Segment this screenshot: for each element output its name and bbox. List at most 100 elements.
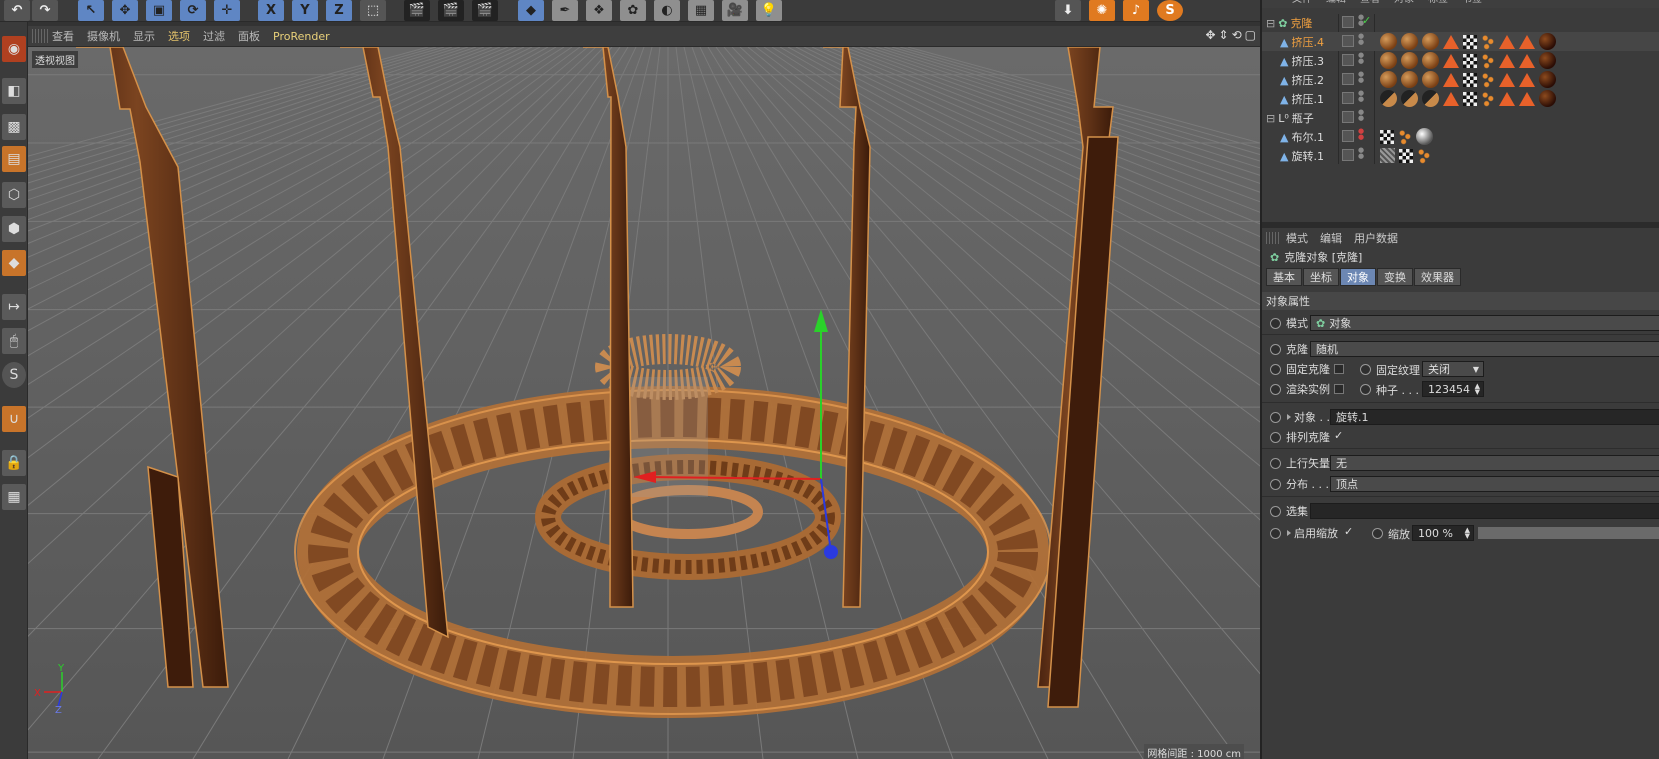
material-tag-icon[interactable]	[1422, 71, 1439, 88]
expand-triangle-icon[interactable]	[1287, 414, 1291, 420]
polygon-selection-tag-icon[interactable]	[1443, 35, 1459, 49]
magnet-icon[interactable]: ∪	[2, 406, 26, 432]
polygon-selection-tag-icon[interactable]	[1519, 54, 1535, 68]
clone-animate-radio[interactable]	[1270, 343, 1281, 355]
pen-spline-icon[interactable]: ✒	[552, 0, 578, 21]
object-row-extrude-1[interactable]: ▲ 挤压.1 ● ●	[1262, 89, 1659, 108]
material-tag-icon[interactable]	[1539, 52, 1556, 69]
tab-effectors[interactable]: 效果器	[1414, 268, 1461, 286]
point-selection-tag-icon[interactable]	[1481, 33, 1495, 50]
polygon-selection-tag-icon[interactable]	[1519, 92, 1535, 106]
clone-dropdown[interactable]: 随机	[1310, 341, 1659, 357]
dolly-icon[interactable]: ⇕	[1219, 28, 1229, 42]
object-row-extrude-4[interactable]: ▲ 挤压.4 ● ●	[1262, 32, 1659, 51]
deformer-icon[interactable]: ◐	[654, 0, 680, 21]
material-tag-icon[interactable]	[1422, 90, 1439, 107]
download-icon[interactable]: ⬇	[1055, 0, 1081, 21]
material-tag-icon[interactable]	[1401, 90, 1418, 107]
object-link-radio[interactable]	[1270, 411, 1281, 423]
expand-triangle-icon[interactable]	[1287, 530, 1291, 536]
camera-icon[interactable]: 🎥	[722, 0, 748, 21]
selection-field[interactable]	[1310, 503, 1659, 519]
attr-menu-mode[interactable]: 模式	[1286, 230, 1308, 246]
point-selection-tag-icon[interactable]	[1481, 71, 1495, 88]
material-tag-icon[interactable]	[1380, 90, 1397, 107]
scale-slider[interactable]	[1478, 527, 1659, 539]
tab-transform[interactable]: 变换	[1377, 268, 1413, 286]
seed-radio[interactable]	[1360, 384, 1371, 395]
point-selection-tag-icon[interactable]	[1481, 52, 1495, 69]
arrange-checkbox[interactable]: ✓	[1334, 429, 1343, 442]
object-link-field[interactable]: 旋转.1	[1330, 409, 1659, 425]
point-selection-tag-icon[interactable]	[1417, 147, 1431, 164]
layer-icon[interactable]	[1342, 92, 1354, 104]
viewport-menu-panel[interactable]: 面板	[238, 28, 260, 44]
layer-icon[interactable]	[1342, 73, 1354, 85]
viewport-menu-options[interactable]: 选项	[168, 28, 190, 44]
object-row-extrude-3[interactable]: ▲ 挤压.3 ● ●	[1262, 51, 1659, 70]
polygons-mode-icon[interactable]: ◆	[2, 250, 26, 276]
object-row-cloner[interactable]: ⊟ ✿ 克隆 ● ● ✓	[1262, 13, 1659, 32]
texture-tag-icon[interactable]	[1463, 73, 1477, 87]
render-view-icon[interactable]: 🎬	[404, 0, 430, 21]
script-icon[interactable]: S	[1157, 0, 1183, 21]
tab-coord[interactable]: 坐标	[1303, 268, 1339, 286]
tab-basic[interactable]: 基本	[1266, 268, 1302, 286]
texture-tag-icon[interactable]	[1380, 130, 1394, 144]
layer-icon[interactable]	[1342, 54, 1354, 66]
material-tag-icon[interactable]	[1380, 52, 1397, 69]
fix-clone-checkbox[interactable]	[1334, 364, 1344, 374]
material-tag-icon[interactable]	[1539, 71, 1556, 88]
layer-icon[interactable]	[1342, 111, 1354, 123]
lock-workplane-icon[interactable]: 🔒	[2, 450, 26, 476]
collapse-icon[interactable]: ⊟	[1266, 17, 1275, 30]
up-vector-radio[interactable]	[1270, 457, 1281, 469]
om-menu-tags[interactable]: 标签	[1428, 0, 1448, 8]
polygon-selection-tag-icon[interactable]	[1519, 73, 1535, 87]
perspective-viewport[interactable]: Y X Z 透视视图 网格间距 : 1000 cm	[28, 47, 1260, 759]
polygon-selection-tag-icon[interactable]	[1499, 92, 1515, 106]
planar-workplane-icon[interactable]: ▦	[2, 484, 26, 510]
layer-icon[interactable]	[1342, 149, 1354, 161]
scale-radio[interactable]	[1372, 528, 1383, 539]
visibility-dots[interactable]: ● ●	[1358, 128, 1368, 141]
axis-mode-icon[interactable]: ↦	[2, 294, 26, 320]
material-tag-icon[interactable]	[1539, 90, 1556, 107]
point-selection-tag-icon[interactable]	[1481, 90, 1495, 107]
mode-dropdown[interactable]: ✿ 对象	[1310, 315, 1659, 331]
sculpt-icon[interactable]: ✺	[1089, 0, 1115, 21]
texture-tag-icon[interactable]	[1399, 149, 1413, 163]
y-axis-lock-button[interactable]: Y	[292, 0, 318, 21]
render-instance-checkbox[interactable]	[1334, 384, 1344, 394]
rotate-tool-icon[interactable]: ⟳	[180, 0, 206, 21]
layer-icon[interactable]	[1342, 35, 1354, 47]
collapse-icon[interactable]: ⊟	[1266, 112, 1275, 125]
polygon-selection-tag-icon[interactable]	[1519, 35, 1535, 49]
enabled-check-icon[interactable]: ✓	[1362, 14, 1371, 27]
snap-icon[interactable]: S	[2, 362, 26, 388]
z-axis-lock-button[interactable]: Z	[326, 0, 352, 21]
floor-icon[interactable]: ▦	[688, 0, 714, 21]
om-menu-view[interactable]: 查看	[1360, 0, 1380, 8]
z-axis-handle[interactable]	[824, 545, 838, 559]
viewport-menu-filter[interactable]: 过滤	[203, 28, 225, 44]
fix-texture-dropdown[interactable]: 关闭 ▼	[1422, 361, 1484, 377]
object-row-bottle[interactable]: ⊟ L⁰ 瓶子 ● ●	[1262, 108, 1659, 127]
render-picture-viewer-icon[interactable]: 🎬	[438, 0, 464, 21]
up-vector-dropdown[interactable]: 无	[1330, 455, 1659, 471]
workplane-mode-icon[interactable]: ▤	[2, 146, 26, 172]
stepper-icon[interactable]: ▲ ▼	[1475, 383, 1480, 396]
om-menu-bookmarks[interactable]: 书签	[1462, 0, 1482, 8]
visibility-dots[interactable]: ● ●	[1358, 33, 1368, 46]
material-tag-icon[interactable]	[1401, 52, 1418, 69]
cube-object-icon[interactable]: ◆	[518, 0, 544, 21]
x-axis-lock-button[interactable]: X	[258, 0, 284, 21]
attr-menu-userdata[interactable]: 用户数据	[1354, 230, 1398, 246]
enable-scale-radio[interactable]	[1270, 527, 1281, 539]
fix-clone-radio[interactable]	[1270, 363, 1281, 375]
light-icon[interactable]: 💡	[756, 0, 782, 21]
point-selection-tag-icon[interactable]	[1398, 128, 1412, 145]
make-editable-icon[interactable]: ◉	[2, 36, 26, 62]
stepper-icon[interactable]: ▲ ▼	[1465, 527, 1470, 540]
distribution-dropdown[interactable]: 顶点	[1330, 476, 1659, 492]
